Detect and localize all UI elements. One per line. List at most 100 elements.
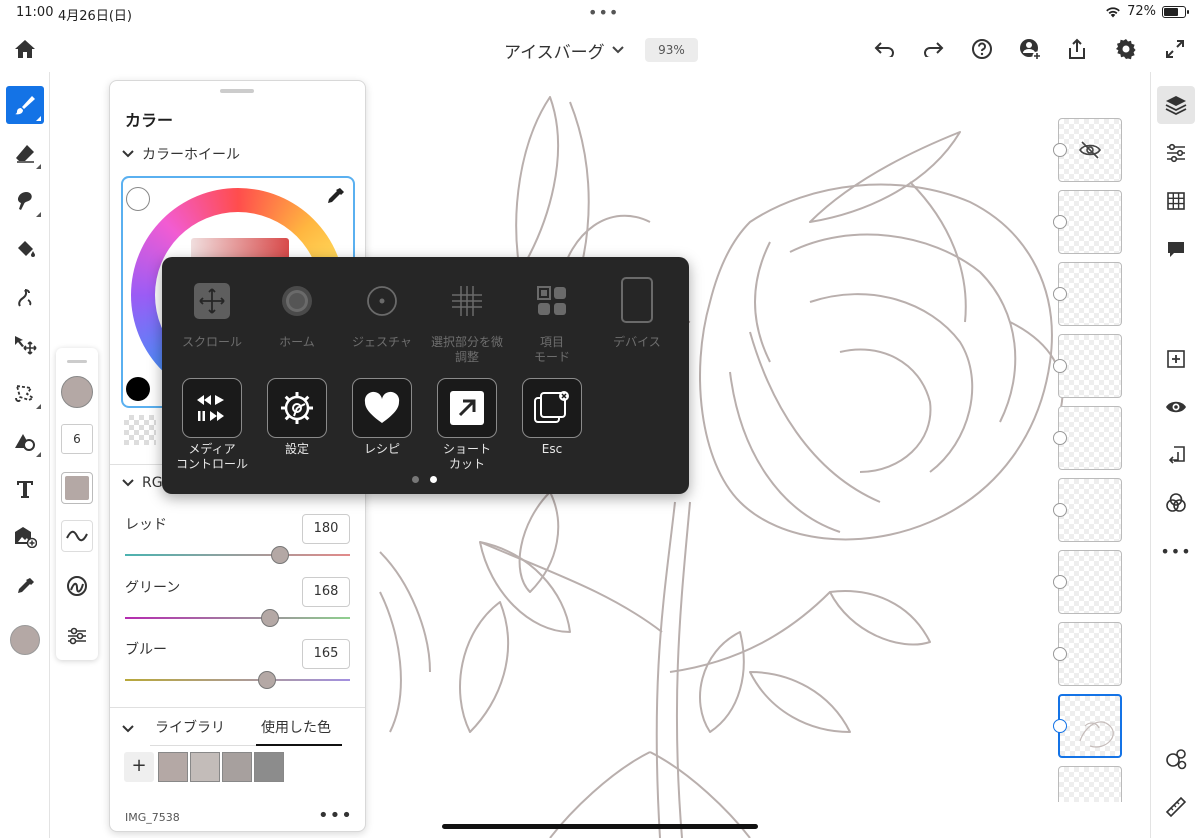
layer-rose-preview: [1079, 721, 1114, 748]
more-layer-options-button[interactable]: •••: [1157, 532, 1195, 570]
fullscreen-icon[interactable]: [1160, 34, 1190, 64]
merge-down-button[interactable]: [1157, 436, 1195, 474]
menu-item-scroll[interactable]: スクロール: [170, 271, 254, 350]
eraser-tool[interactable]: [6, 134, 44, 172]
layer-handle[interactable]: [1053, 503, 1067, 517]
brush-tool[interactable]: [6, 86, 44, 124]
panel-drag-handle[interactable]: [220, 89, 254, 93]
layer-handle[interactable]: [1053, 575, 1067, 589]
layer-handle[interactable]: [1053, 719, 1067, 733]
recent-color-swatch[interactable]: [222, 752, 252, 782]
smudge-tool[interactable]: [6, 182, 44, 220]
comments-button[interactable]: [1157, 230, 1195, 268]
fill-tool[interactable]: [6, 230, 44, 268]
layer-handle[interactable]: [1053, 431, 1067, 445]
zoom-level[interactable]: 93%: [645, 38, 698, 62]
blend-mode-button[interactable]: [1157, 484, 1195, 522]
collaborate-button[interactable]: [1157, 740, 1195, 778]
layer-thumbnail[interactable]: [1058, 190, 1122, 254]
red-slider-thumb[interactable]: [271, 546, 289, 564]
layer-thumbnail[interactable]: [1058, 622, 1122, 686]
blue-slider[interactable]: [125, 679, 350, 681]
layer-thumbnail[interactable]: [1058, 550, 1122, 614]
invite-user-icon[interactable]: [1015, 34, 1045, 64]
brush-dynamics-button[interactable]: [61, 570, 93, 602]
green-slider-thumb[interactable]: [261, 609, 279, 627]
menu-item-item-mode[interactable]: 項目 モード: [510, 271, 594, 365]
recent-color-swatch[interactable]: [190, 752, 220, 782]
document-title[interactable]: アイスバーグ: [504, 38, 605, 63]
drag-handle[interactable]: [67, 360, 87, 363]
layer-thumbnail[interactable]: [1058, 406, 1122, 470]
eyedropper-tool[interactable]: [6, 568, 44, 606]
brush-size-preview[interactable]: [61, 376, 93, 408]
menu-item-esc[interactable]: Esc: [510, 378, 594, 457]
black-swatch[interactable]: [126, 377, 150, 401]
add-swatch-button[interactable]: +: [124, 752, 154, 782]
layer-thumbnail[interactable]: [1058, 478, 1122, 542]
page-indicator[interactable]: [412, 476, 419, 483]
page-indicator-active[interactable]: [430, 476, 437, 483]
visibility-button[interactable]: [1157, 388, 1195, 426]
green-value-input[interactable]: 168: [302, 577, 350, 607]
undo-icon[interactable]: [870, 34, 900, 64]
menu-item-settings[interactable]: 設定: [255, 378, 339, 457]
tab-library[interactable]: ライブラリ: [155, 717, 225, 737]
color-wheel-section-header[interactable]: カラーホイール: [122, 144, 240, 164]
add-layer-button[interactable]: [1157, 340, 1195, 378]
image-tool[interactable]: [6, 518, 44, 556]
grid-button[interactable]: [1157, 182, 1195, 220]
red-slider[interactable]: [125, 554, 350, 556]
brush-settings-button[interactable]: [61, 620, 93, 652]
white-swatch[interactable]: [126, 187, 150, 211]
more-options-button[interactable]: •••: [318, 805, 353, 826]
menu-item-recipes[interactable]: レシピ: [340, 378, 424, 457]
layer-handle[interactable]: [1053, 647, 1067, 661]
recent-color-swatch[interactable]: [254, 752, 284, 782]
recent-color-swatch[interactable]: [158, 752, 188, 782]
brush-size-value[interactable]: 6: [61, 424, 93, 454]
shape-tool[interactable]: [6, 422, 44, 460]
layer-thumbnail[interactable]: [1058, 766, 1122, 802]
layer-thumbnail[interactable]: [1058, 334, 1122, 398]
layer-handle[interactable]: [1053, 359, 1067, 373]
layer-thumbnail[interactable]: [1058, 118, 1122, 182]
lasso-tool[interactable]: [6, 374, 44, 412]
tab-recent-colors[interactable]: 使用した色: [261, 717, 331, 737]
layers-button[interactable]: [1157, 86, 1195, 124]
chevron-down-icon[interactable]: [122, 719, 134, 738]
stroke-curve-button[interactable]: [61, 520, 93, 552]
menu-item-shortcut[interactable]: ショート カット: [425, 378, 509, 472]
green-slider[interactable]: [125, 617, 350, 619]
home-indicator[interactable]: [442, 824, 758, 829]
layer-handle[interactable]: [1053, 215, 1067, 229]
menu-item-adjust-selection[interactable]: 選択部分を微 調整: [425, 271, 509, 365]
chevron-down-icon[interactable]: [612, 40, 624, 59]
gear-icon[interactable]: [1111, 34, 1141, 64]
layer-handle[interactable]: [1053, 143, 1067, 157]
menu-item-gesture[interactable]: ジェスチャ: [340, 271, 424, 350]
layer-thumbnail-selected[interactable]: [1058, 694, 1122, 758]
layer-properties-button[interactable]: [1157, 134, 1195, 172]
current-color-swatch[interactable]: [10, 625, 40, 655]
home-icon[interactable]: [10, 34, 40, 64]
blue-value-input[interactable]: 165: [302, 639, 350, 669]
share-icon[interactable]: [1062, 34, 1092, 64]
ruler-button[interactable]: [1157, 788, 1195, 826]
menu-item-home[interactable]: ホーム: [255, 271, 339, 350]
transparency-swatch[interactable]: [124, 415, 156, 445]
text-tool[interactable]: [6, 470, 44, 508]
multitasking-dots[interactable]: •••: [588, 3, 619, 22]
layer-handle[interactable]: [1053, 287, 1067, 301]
transform-tool[interactable]: [6, 326, 44, 364]
redo-icon[interactable]: [918, 34, 948, 64]
red-value-input[interactable]: 180: [302, 514, 350, 544]
eyedropper-icon[interactable]: [325, 187, 345, 211]
menu-item-device[interactable]: デバイス: [595, 271, 679, 350]
menu-item-media-control[interactable]: メディア コントロール: [170, 378, 254, 472]
liquify-tool[interactable]: [6, 278, 44, 316]
layer-thumbnail[interactable]: [1058, 262, 1122, 326]
brush-color-swatch[interactable]: [61, 472, 93, 504]
help-icon[interactable]: [967, 34, 997, 64]
blue-slider-thumb[interactable]: [258, 671, 276, 689]
